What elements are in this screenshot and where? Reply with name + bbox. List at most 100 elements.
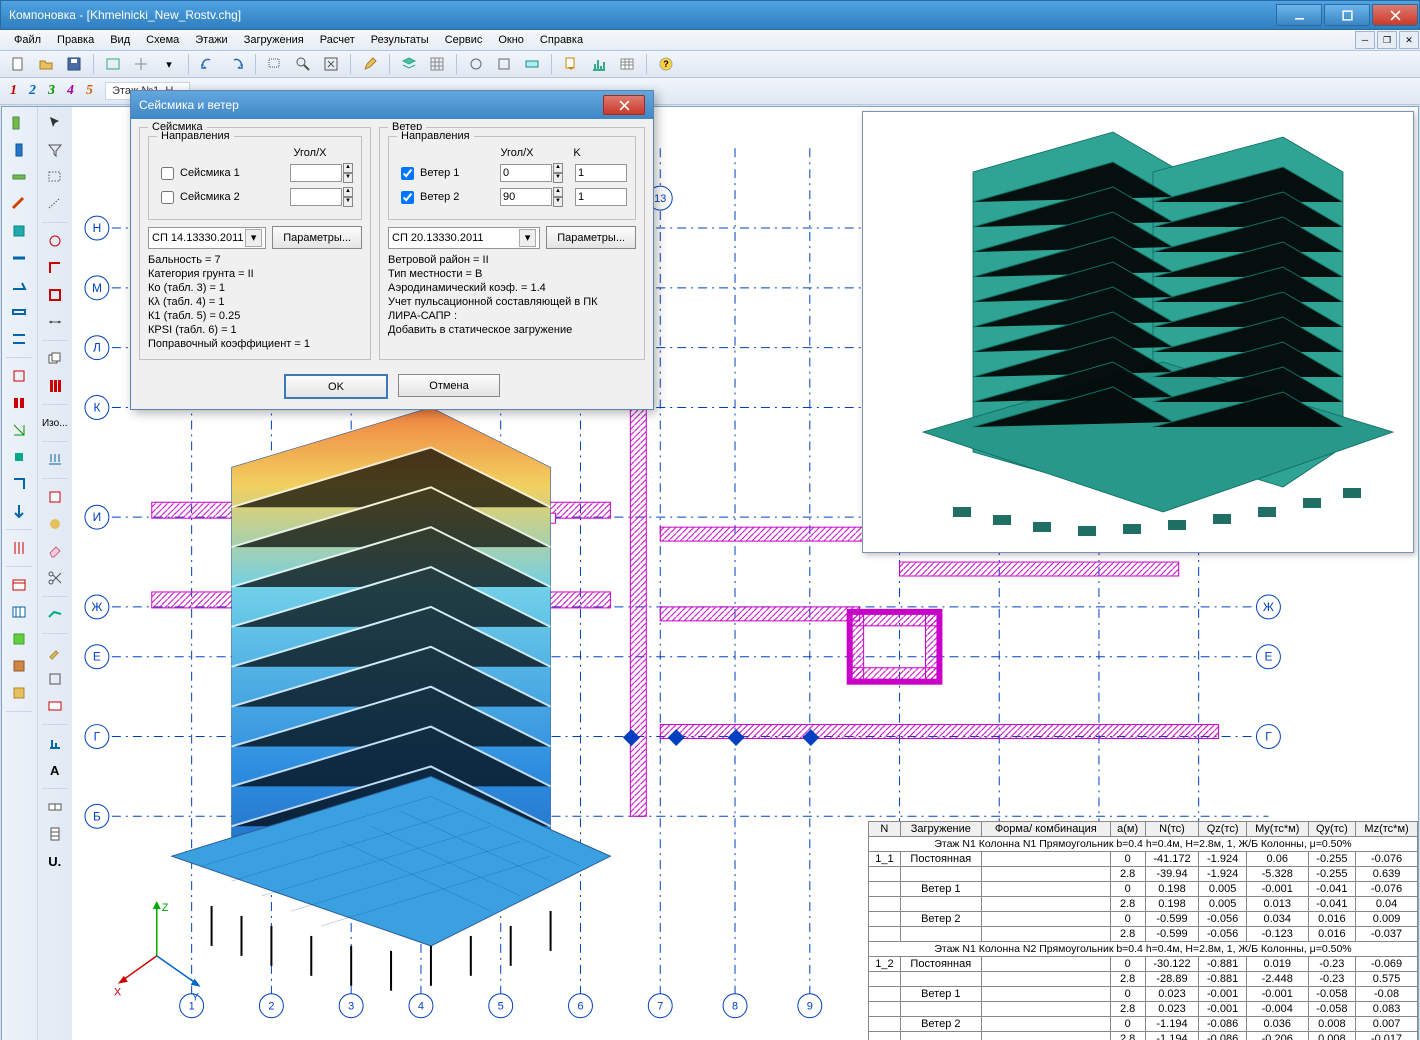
wind-norm-combo[interactable]: СП 20.13330.2011▾ (388, 227, 540, 249)
seismic1-angle-field[interactable] (290, 164, 342, 182)
mdi-minimize-icon[interactable]: ─ (1355, 31, 1375, 49)
dock-tool-icon[interactable] (43, 795, 67, 819)
dock-tool-icon[interactable] (7, 418, 31, 442)
grid-icon[interactable] (425, 52, 449, 76)
wind2-angle-field[interactable] (500, 188, 552, 206)
copy-story-icon[interactable] (43, 347, 67, 371)
undo-icon[interactable] (196, 52, 220, 76)
menu-item[interactable]: Сервис (437, 32, 491, 48)
maximize-button[interactable] (1324, 4, 1370, 26)
dock-tool-icon[interactable] (43, 667, 67, 691)
dock-tool-icon[interactable] (7, 111, 31, 135)
tool-icon[interactable] (101, 52, 125, 76)
pointer-icon[interactable] (43, 111, 67, 135)
floor-number[interactable]: 1 (6, 83, 21, 99)
dock-tool-icon[interactable] (7, 364, 31, 388)
dock-tool-icon[interactable] (43, 229, 67, 253)
preview-3d-window[interactable] (862, 111, 1414, 553)
tool-icon[interactable] (520, 52, 544, 76)
iso-label[interactable]: Изо... (41, 411, 69, 435)
eyedropper-icon[interactable] (43, 640, 67, 664)
wind2-checkbox[interactable] (401, 191, 414, 204)
dialog-close-icon[interactable] (603, 95, 645, 115)
dock-tool-icon[interactable] (7, 165, 31, 189)
dock-tool-icon[interactable] (7, 445, 31, 469)
dock-tool-icon[interactable] (7, 472, 31, 496)
export-icon[interactable] (559, 52, 583, 76)
dialog-titlebar[interactable]: Сейсмика и ветер (131, 91, 653, 119)
chart-icon[interactable] (587, 52, 611, 76)
menu-item[interactable]: Вид (102, 32, 138, 48)
dock-tool-icon[interactable] (43, 310, 67, 334)
menu-item[interactable]: Этажи (187, 32, 235, 48)
wind1-k-field[interactable] (575, 164, 627, 182)
dock-tool-icon[interactable] (43, 485, 67, 509)
dock-tool-icon[interactable] (7, 391, 31, 415)
menu-item[interactable]: Справка (532, 32, 591, 48)
dock-tool-icon[interactable] (7, 273, 31, 297)
dock-tool-icon[interactable] (7, 192, 31, 216)
filter-icon[interactable] (43, 138, 67, 162)
tool-icon[interactable] (129, 52, 153, 76)
stories-icon[interactable] (43, 374, 67, 398)
dock-tool-icon[interactable] (7, 327, 31, 351)
redo-icon[interactable] (224, 52, 248, 76)
seismic2-angle-field[interactable] (290, 188, 342, 206)
dock-tool-icon[interactable] (7, 300, 31, 324)
dock-tool-icon[interactable] (7, 138, 31, 162)
menu-item[interactable]: Окно (490, 32, 532, 48)
mdi-restore-icon[interactable]: ❐ (1377, 31, 1397, 49)
floor-number[interactable]: 5 (82, 83, 97, 99)
eraser-icon[interactable] (43, 539, 67, 563)
floor-number[interactable]: 3 (44, 83, 59, 99)
seismic-norm-combo[interactable]: СП 14.13330.2011▾ (148, 227, 266, 249)
wind2-k-field[interactable] (575, 188, 627, 206)
floor-number[interactable]: 4 (63, 83, 78, 99)
dock-tool-icon[interactable] (7, 219, 31, 243)
seismic2-checkbox[interactable] (161, 191, 174, 204)
wind1-angle-field[interactable] (500, 164, 552, 182)
text-a-icon[interactable]: A (43, 758, 67, 782)
menu-item[interactable]: Правка (49, 32, 102, 48)
mdi-close-icon[interactable]: ✕ (1399, 31, 1419, 49)
menu-item[interactable]: Схема (138, 32, 187, 48)
spinner[interactable]: ▲▼ (553, 187, 563, 207)
dock-tool-icon[interactable] (7, 246, 31, 270)
tool-icon[interactable] (464, 52, 488, 76)
dock-tool-icon[interactable] (43, 603, 67, 627)
spinner[interactable]: ▲▼ (343, 163, 353, 183)
help-icon[interactable]: ? (654, 52, 678, 76)
select-line-icon[interactable] (43, 192, 67, 216)
open-icon[interactable] (34, 52, 58, 76)
load-icon[interactable] (43, 448, 67, 472)
close-button[interactable] (1372, 4, 1418, 26)
table-icon[interactable] (615, 52, 639, 76)
menu-item[interactable]: Загружения (236, 32, 312, 48)
zoom-window-icon[interactable] (263, 52, 287, 76)
floor-number[interactable]: 2 (25, 83, 40, 99)
zoom-icon[interactable] (291, 52, 315, 76)
dock-tool-icon[interactable] (7, 573, 31, 597)
pencil-icon[interactable] (358, 52, 382, 76)
dock-tool-icon[interactable] (43, 731, 67, 755)
dock-tool-icon[interactable] (7, 627, 31, 651)
dock-tool-icon[interactable] (7, 600, 31, 624)
dock-tool-icon[interactable] (7, 681, 31, 705)
scissors-icon[interactable] (43, 566, 67, 590)
menu-item[interactable]: Файл (6, 32, 49, 48)
dock-tool-icon[interactable] (7, 499, 31, 523)
dock-tool-icon[interactable] (43, 694, 67, 718)
dock-tool-icon[interactable] (43, 822, 67, 846)
menu-item[interactable]: Расчет (312, 32, 363, 48)
tool-icon[interactable]: ▾ (157, 52, 181, 76)
dock-tool-icon[interactable] (43, 512, 67, 536)
wind1-checkbox[interactable] (401, 167, 414, 180)
spinner[interactable]: ▲▼ (553, 163, 563, 183)
select-rect-icon[interactable] (43, 165, 67, 189)
dock-tool-icon[interactable] (43, 283, 67, 307)
seismic1-checkbox[interactable] (161, 167, 174, 180)
wind-params-button[interactable]: Параметры... (546, 226, 636, 249)
cancel-button[interactable]: Отмена (398, 374, 500, 397)
new-icon[interactable] (6, 52, 30, 76)
seismic-params-button[interactable]: Параметры... (272, 226, 362, 249)
